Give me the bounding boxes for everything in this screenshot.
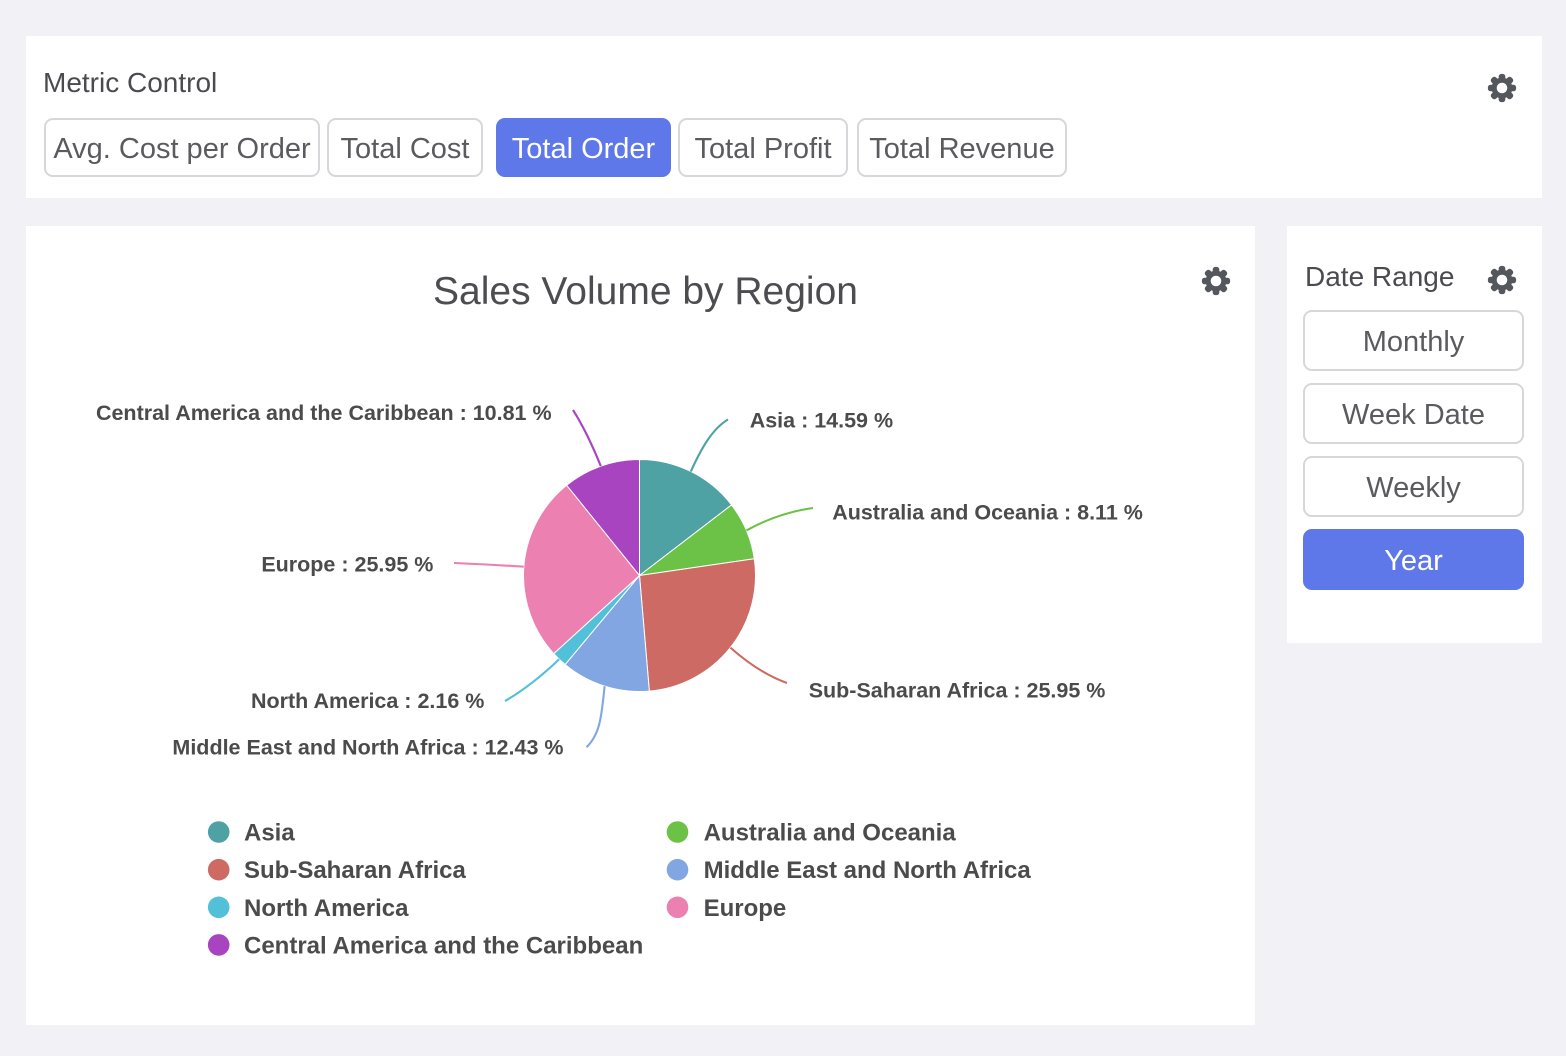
svg-text:Middle East and North Africa :: Middle East and North Africa : 12.43 % — [172, 736, 563, 760]
svg-text:Central America and the Caribb: Central America and the Caribbean : 10.8… — [96, 401, 552, 425]
svg-text:Europe: Europe — [704, 895, 787, 922]
svg-text:North America : 2.16 %: North America : 2.16 % — [251, 689, 484, 713]
svg-text:Asia: Asia — [244, 820, 295, 847]
svg-text:Sub-Saharan Africa : 25.95 %: Sub-Saharan Africa : 25.95 % — [809, 678, 1106, 702]
svg-text:Central America and the Caribb: Central America and the Caribbean — [244, 932, 643, 959]
svg-text:Sub-Saharan Africa: Sub-Saharan Africa — [244, 857, 466, 884]
svg-text:Australia and Oceania: Australia and Oceania — [704, 820, 957, 847]
svg-text:Europe : 25.95 %: Europe : 25.95 % — [261, 552, 433, 576]
svg-text:Asia : 14.59 %: Asia : 14.59 % — [750, 409, 893, 433]
svg-text:North America: North America — [244, 895, 409, 922]
svg-text:Middle East and North Africa: Middle East and North Africa — [704, 857, 1032, 884]
svg-text:Australia and Oceania : 8.11 %: Australia and Oceania : 8.11 % — [832, 501, 1143, 525]
